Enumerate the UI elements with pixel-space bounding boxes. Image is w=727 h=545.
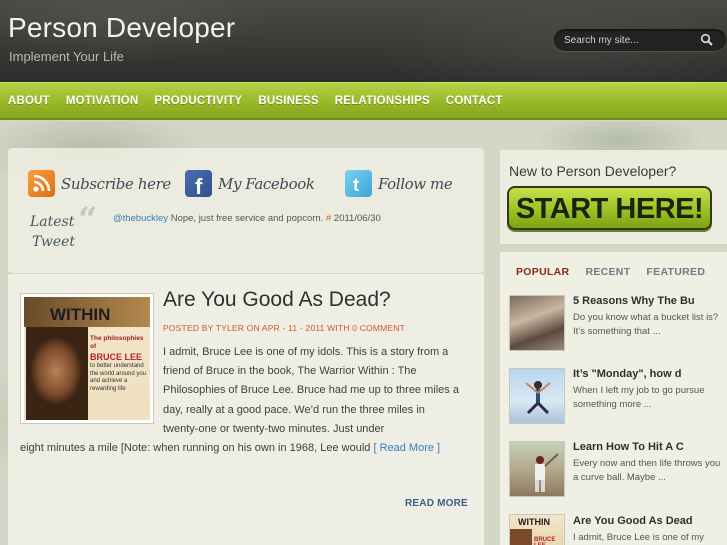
posts-tabs: POPULAR RECENT FEATURED	[516, 266, 721, 278]
nav-item-about[interactable]: ABOUT	[8, 95, 50, 107]
subscribe-link[interactable]: Subscribe here	[28, 170, 171, 197]
list-item-title[interactable]: 5 Reasons Why The Bu	[573, 295, 727, 307]
site-tagline: Implement Your Life	[9, 49, 124, 64]
jumping-person-image	[525, 381, 551, 415]
subscribe-label: Subscribe here	[61, 174, 171, 193]
tweet-date: 2011/06/30	[331, 213, 381, 224]
site-title[interactable]: Person Developer	[8, 12, 235, 44]
new-to-heading: New to Person Developer?	[509, 163, 677, 179]
read-more-button[interactable]: READ MORE	[405, 498, 468, 509]
list-item-thumbnail[interactable]: WITHIN BRUCE LEE	[509, 514, 565, 545]
post-excerpt-top: I admit, Bruce Lee is one of my idols. T…	[163, 346, 459, 435]
thumb-book-name: BRUCE LEE	[534, 537, 556, 545]
start-here-label: START HERE!	[515, 193, 704, 225]
facebook-label: My Facebook	[218, 174, 315, 193]
list-item-thumbnail[interactable]	[509, 295, 565, 351]
facebook-link[interactable]: f My Facebook	[185, 170, 315, 199]
nav-item-contact[interactable]: CONTACT	[446, 95, 503, 107]
nav-item-motivation[interactable]: MOTIVATION	[66, 95, 138, 107]
rss-icon	[28, 170, 55, 197]
search-box[interactable]	[554, 29, 726, 51]
post-excerpt-bottom: eight minutes a mile [Note: when running…	[20, 439, 460, 458]
facebook-icon: f	[185, 170, 212, 199]
post-title[interactable]: Are You Good As Dead?	[163, 288, 391, 312]
baseball-player-image	[535, 453, 559, 492]
search-input[interactable]	[564, 32, 694, 48]
tab-popular[interactable]: POPULAR	[516, 266, 569, 278]
list-item-text: When I left my job to go pursue somethin…	[573, 385, 705, 410]
post-meta: POSTED BY TYLER ON APR - 11 - 2011 WITH …	[163, 323, 406, 333]
latest-tweet: @thebuckley Nope, just free service and …	[113, 213, 381, 224]
list-item-title[interactable]: It’s "Monday", how d	[573, 368, 727, 380]
main-nav: ABOUT MOTIVATION PRODUCTIVITY BUSINESS R…	[0, 82, 727, 120]
list-item-title[interactable]: Are You Good As Dead	[573, 515, 727, 527]
list-item-thumbnail[interactable]	[509, 368, 565, 424]
list-item-text: I admit, Bruce Lee is one of my	[573, 532, 704, 543]
start-here-button[interactable]: START HERE!	[507, 186, 712, 230]
post-excerpt: I admit, Bruce Lee is one of my idols. T…	[20, 343, 460, 458]
twitter-link[interactable]: t Follow me	[345, 170, 453, 197]
nav-item-business[interactable]: BUSINESS	[258, 95, 318, 107]
svg-text:t: t	[353, 175, 359, 195]
thumb-book-title: WITHIN	[518, 517, 550, 527]
nav-item-productivity[interactable]: PRODUCTIVITY	[154, 95, 242, 107]
list-item-text: Do you know what a bucket list is? It’s …	[573, 312, 719, 337]
svg-text:f: f	[195, 174, 203, 197]
list-item-thumbnail[interactable]	[509, 441, 565, 497]
quote-icon: “	[78, 200, 98, 240]
tweet-text: Nope, just free service and popcorn.	[168, 213, 326, 224]
site-header: Person Developer Implement Your Life	[0, 0, 727, 82]
magnifier-icon[interactable]	[700, 33, 714, 47]
list-item-title[interactable]: Learn How To Hit A C	[573, 441, 727, 453]
list-item-text: Every now and then life throws you a cur…	[573, 458, 721, 483]
post-excerpt-text: eight minutes a mile [Note: when running…	[20, 442, 374, 455]
read-more-inline-link[interactable]: [ Read More ]	[373, 442, 440, 454]
nav-item-relationships[interactable]: RELATIONSHIPS	[335, 95, 430, 107]
tab-featured[interactable]: FEATURED	[646, 266, 705, 278]
twitter-label: Follow me	[378, 174, 453, 193]
tweet-user-link[interactable]: @thebuckley	[113, 213, 168, 224]
twitter-icon: t	[345, 170, 372, 197]
book-title: WITHIN	[50, 305, 111, 324]
tab-recent[interactable]: RECENT	[585, 266, 630, 278]
